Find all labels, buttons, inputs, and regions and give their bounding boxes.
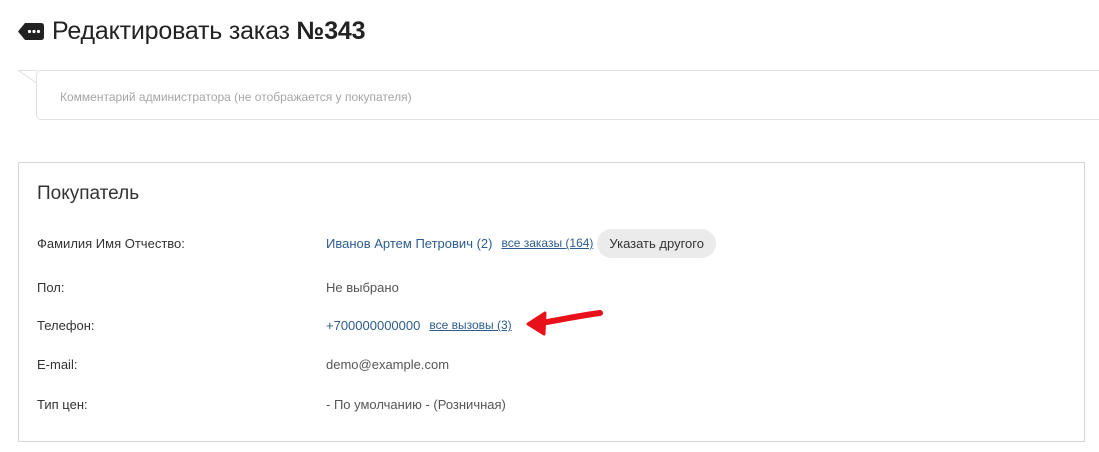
all-orders-link[interactable]: все заказы (164) <box>501 236 593 250</box>
phone-label: Телефон: <box>37 317 95 333</box>
email-row: E-mail: demo@example.com <box>37 354 1084 374</box>
customer-panel: Покупатель Фамилия Имя Отчество: Иванов … <box>18 162 1085 442</box>
page-title: Редактировать заказ №343 <box>52 16 366 46</box>
gender-row: Пол: Не выбрано <box>37 277 1084 297</box>
speech-bubble-tail-icon <box>18 70 38 84</box>
admin-comment-field[interactable]: Комментарий администратора (не отображае… <box>36 70 1099 120</box>
gender-value: Не выбрано <box>326 279 399 295</box>
price-type-row: Тип цен: - По умолчанию - (Розничная) <box>37 394 1084 414</box>
choose-other-customer-button[interactable]: Указать другого <box>597 228 716 258</box>
page-title-text: Редактировать заказ <box>52 16 297 45</box>
customer-name-value-group: Иванов Артем Петрович (2) все заказы (16… <box>326 228 716 258</box>
price-type-value: - По умолчанию - (Розничная) <box>326 396 506 412</box>
order-number: №343 <box>296 16 366 45</box>
price-type-label: Тип цен: <box>37 396 88 412</box>
phone-value-group: +700000000000 все вызовы (3) <box>326 318 512 333</box>
admin-comment-container: Комментарий администратора (не отображае… <box>18 70 1099 122</box>
customer-panel-title: Покупатель <box>37 183 140 204</box>
all-calls-link[interactable]: все вызовы (3) <box>429 318 511 332</box>
back-tag-icon[interactable] <box>18 22 44 40</box>
page-header: Редактировать заказ №343 <box>18 14 366 48</box>
email-value: demo@example.com <box>326 356 450 372</box>
customer-name-value[interactable]: Иванов Артем Петрович (2) <box>326 236 492 251</box>
email-label: E-mail: <box>37 356 78 372</box>
customer-name-row: Фамилия Имя Отчество: Иванов Артем Петро… <box>37 228 1084 258</box>
gender-label: Пол: <box>37 279 65 295</box>
red-arrow-annotation <box>526 310 603 336</box>
phone-value[interactable]: +700000000000 <box>326 318 420 333</box>
customer-name-label: Фамилия Имя Отчество: <box>37 235 185 251</box>
